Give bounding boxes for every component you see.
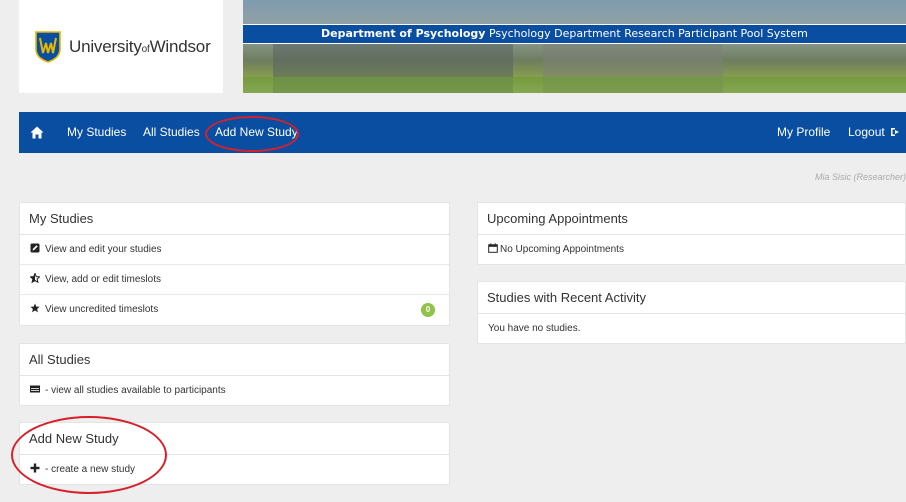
list-item-create-study[interactable]: - create a new study (20, 455, 449, 485)
item-label: You have no studies. (488, 323, 581, 334)
calendar-icon (488, 243, 498, 253)
item-label: View, add or edit timeslots (45, 274, 161, 285)
star-half-icon (30, 273, 40, 283)
user-label: Mia Sisic (Researcher) (814, 172, 906, 182)
item-label: View uncredited timeslots (45, 304, 159, 315)
header-banner: Department of Psychology Psychology Depa… (243, 0, 906, 93)
list-item-timeslots[interactable]: View, add or edit timeslots (20, 265, 449, 295)
item-label: - view all studies available to particip… (45, 385, 226, 396)
panel-title: Add New Study (20, 423, 449, 455)
logout-label: Logout (848, 125, 885, 139)
logo-text: UniversityofWindsor (69, 36, 211, 56)
shield-logo-icon (35, 30, 61, 63)
list-icon (30, 385, 40, 393)
panel-title: Upcoming Appointments (478, 203, 905, 235)
panel-add-new-study: Add New Study - create a new study (19, 422, 450, 485)
panel-my-studies: My Studies View and edit your studies Vi… (19, 202, 450, 326)
nav-logout[interactable]: Logout (848, 112, 900, 153)
main-navbar: My Studies All Studies Add New Study My … (19, 112, 906, 153)
panel-all-studies: All Studies - view all studies available… (19, 343, 450, 406)
list-item-edit-studies[interactable]: View and edit your studies (20, 235, 449, 265)
nav-add-new-study[interactable]: Add New Study (215, 112, 298, 153)
star-icon (30, 303, 40, 313)
item-label: No Upcoming Appointments (500, 244, 624, 255)
panel-recent-activity: Studies with Recent Activity You have no… (477, 281, 906, 344)
nav-my-studies[interactable]: My Studies (67, 112, 126, 153)
banner-title: Department of Psychology Psychology Depa… (243, 24, 906, 44)
list-item-uncredited[interactable]: View uncredited timeslots 0 (20, 295, 449, 325)
nav-all-studies[interactable]: All Studies (143, 112, 200, 153)
panel-upcoming-appointments: Upcoming Appointments No Upcoming Appoin… (477, 202, 906, 265)
item-label: View and edit your studies (45, 244, 162, 255)
list-item-no-appointments: No Upcoming Appointments (478, 235, 905, 265)
edit-icon (30, 243, 40, 253)
plus-icon (30, 463, 40, 473)
logout-icon (890, 128, 899, 136)
list-item-view-all-studies[interactable]: - view all studies available to particip… (20, 376, 449, 406)
banner-lawn (243, 77, 906, 93)
home-icon[interactable] (30, 112, 44, 153)
panel-title: Studies with Recent Activity (478, 282, 905, 314)
panel-title: All Studies (20, 344, 449, 376)
list-item-no-studies: You have no studies. (478, 314, 905, 344)
panel-title: My Studies (20, 203, 449, 235)
item-label: - create a new study (45, 464, 136, 475)
count-badge: 0 (421, 303, 435, 317)
university-logo[interactable]: UniversityofWindsor (19, 0, 223, 93)
nav-my-profile[interactable]: My Profile (777, 112, 830, 153)
